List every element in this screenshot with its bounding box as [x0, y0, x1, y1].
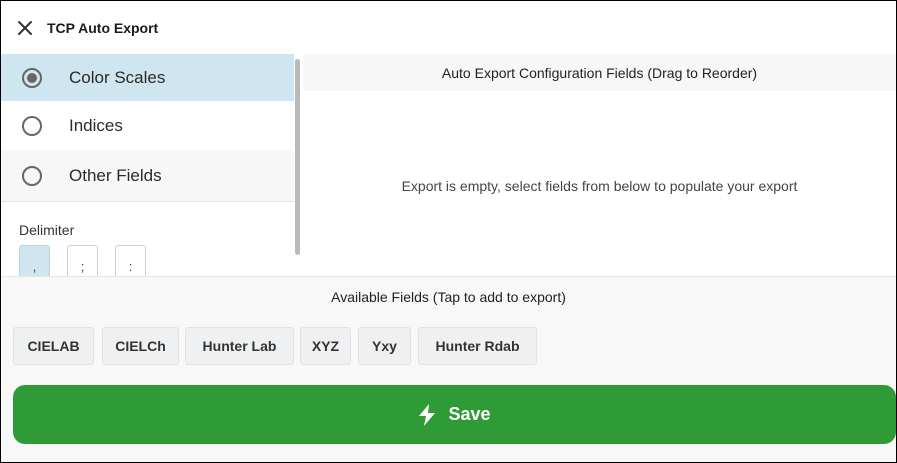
- empty-message: Export is empty, select fields from belo…: [401, 177, 798, 194]
- radio-label: Color Scales: [69, 67, 166, 87]
- config-header: Auto Export Configuration Fields (Drag t…: [303, 54, 896, 91]
- radio-button[interactable]: [22, 165, 42, 186]
- field-chip-xyz[interactable]: XYZ: [300, 327, 351, 365]
- radio-dot: [27, 72, 37, 83]
- title-bar: TCP Auto Export: [1, 1, 896, 54]
- delimiter-colon-button[interactable]: :: [115, 245, 146, 276]
- field-chip-yxy[interactable]: Yxy: [358, 327, 411, 365]
- config-header-text: Auto Export Configuration Fields (Drag t…: [441, 64, 758, 81]
- options-panel: Color Scales Indices Other Fields Delimi…: [1, 54, 303, 276]
- field-chip-cielch[interactable]: CIELCh: [102, 327, 179, 365]
- lightning-bolt-icon: [418, 403, 436, 426]
- delimiter-semicolon-button[interactable]: ;: [67, 245, 98, 276]
- window-title: TCP Auto Export: [47, 19, 159, 36]
- available-fields-section: Available Fields (Tap to add to export) …: [1, 276, 896, 374]
- close-icon: [18, 20, 32, 35]
- save-button[interactable]: Save: [13, 385, 896, 444]
- delimiter-label: Delimiter: [19, 222, 75, 238]
- radio-label: Indices: [69, 115, 123, 135]
- radio-button[interactable]: [22, 115, 42, 136]
- radio-button-selected[interactable]: [22, 67, 42, 88]
- radio-indices[interactable]: Indices: [1, 102, 294, 149]
- scrollbar[interactable]: [295, 59, 300, 255]
- available-fields-title: Available Fields (Tap to add to export): [331, 289, 566, 305]
- field-chip-cielab[interactable]: CIELAB: [13, 327, 94, 365]
- radio-color-scales[interactable]: Color Scales: [1, 54, 294, 101]
- delimiter-comma-button[interactable]: ,: [19, 245, 50, 276]
- radio-other-fields[interactable]: Other Fields: [1, 150, 294, 201]
- save-label: Save: [448, 404, 491, 424]
- radio-label: Other Fields: [69, 165, 162, 185]
- field-chip-hunter-rdab[interactable]: Hunter Rdab: [418, 327, 537, 365]
- export-drop-area[interactable]: Export is empty, select fields from belo…: [303, 91, 896, 276]
- divider: [1, 201, 294, 202]
- field-chip-hunter-lab[interactable]: Hunter Lab: [185, 327, 294, 365]
- app-window: TCP Auto Export Color Scales Indices Oth…: [0, 0, 897, 463]
- close-button[interactable]: [5, 1, 45, 54]
